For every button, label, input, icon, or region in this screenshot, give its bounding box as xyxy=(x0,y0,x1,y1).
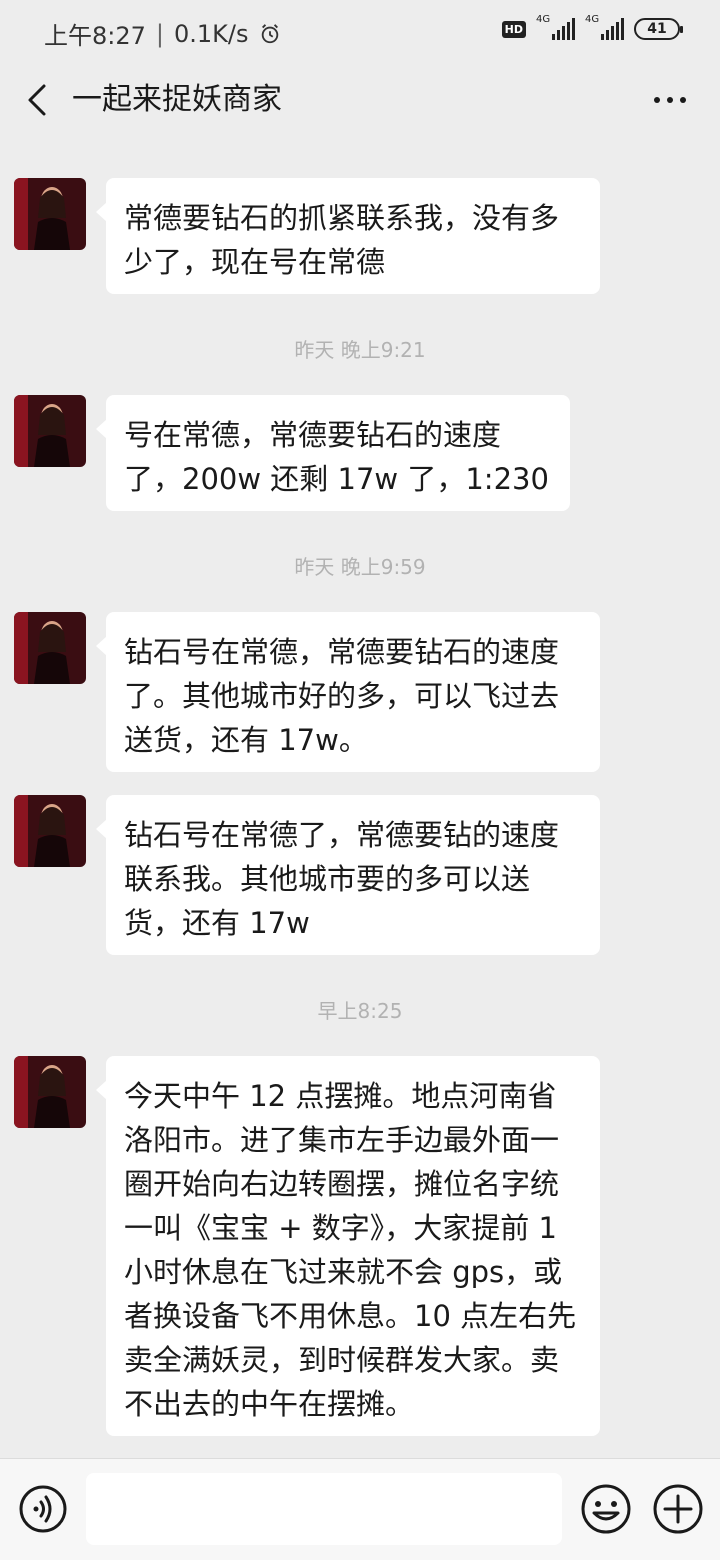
avatar[interactable] xyxy=(14,1056,86,1128)
plus-icon xyxy=(653,1484,703,1534)
signal-label: 4G xyxy=(536,14,551,25)
avatar[interactable] xyxy=(14,612,86,684)
message-timestamp: 早上8:25 xyxy=(317,999,403,1023)
message-input[interactable] xyxy=(86,1473,562,1545)
avatar[interactable] xyxy=(14,395,86,467)
avatar[interactable] xyxy=(14,795,86,867)
hd-icon: HD xyxy=(501,20,526,38)
message-bubble[interactable]: 今天中午 12 点摆摊。地点河南省洛阳市。进了集市左手边最外面一圈开始向右边转圈… xyxy=(96,1056,600,1436)
emoji-icon xyxy=(581,1484,631,1534)
input-bar xyxy=(0,1458,720,1560)
message-bubble[interactable]: 常德要钻石的抓紧联系我，没有多少了，现在号在常德 xyxy=(96,178,600,294)
back-icon[interactable] xyxy=(20,78,54,122)
status-bar: 上午8:27 | 0.1K/s HD 4G 4G 41 xyxy=(0,0,720,64)
signal-label: 4G xyxy=(585,14,600,25)
emoji-button[interactable] xyxy=(580,1483,632,1535)
chat-title: 一起来捉妖商家 xyxy=(72,82,282,117)
voice-button[interactable] xyxy=(18,1484,68,1534)
message-bubble[interactable]: 号在常德，常德要钻石的速度了，200w 还剩 17w 了，1:230 xyxy=(96,395,570,511)
plus-button[interactable] xyxy=(652,1483,704,1535)
voice-icon xyxy=(19,1485,67,1533)
message-bubble[interactable]: 钻石号在常德了，常德要钻的速度联系我。其他城市要的多可以送货，还有 17w xyxy=(96,795,600,955)
status-separator: | xyxy=(155,19,164,48)
signal-icon: 4G xyxy=(536,14,575,40)
message-timestamp: 昨天 晚上9:21 xyxy=(294,338,426,362)
signal-icon: 4G xyxy=(585,14,624,40)
message-bubble[interactable]: 钻石号在常德，常德要钻石的速度了。其他城市好的多，可以飞过去送货，还有 17w。 xyxy=(96,612,600,772)
status-right: HD 4G 4G 41 xyxy=(501,14,683,40)
alarm-icon xyxy=(261,23,278,43)
more-icon[interactable] xyxy=(650,78,690,122)
avatar[interactable] xyxy=(14,178,86,250)
nav-bar: 一起来捉妖商家 xyxy=(0,64,720,136)
battery-icon: 41 xyxy=(634,18,683,40)
net-speed: 0.1K/s xyxy=(174,19,249,48)
battery-level: 41 xyxy=(647,21,667,37)
status-time: 上午8:27 xyxy=(44,22,146,50)
status-left: 上午8:27 | 0.1K/s xyxy=(44,16,281,51)
message-timestamp: 昨天 晚上9:59 xyxy=(294,555,426,579)
